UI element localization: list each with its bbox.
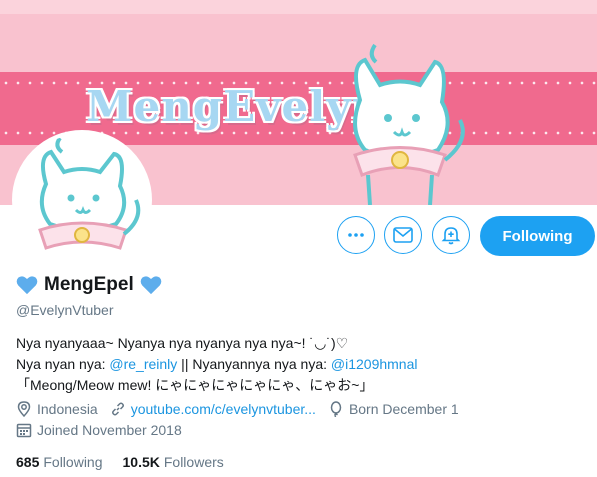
follow-counts: 685 Following 10.5K Followers <box>16 454 224 470</box>
profile-meta-row: Indonesia youtube.com/c/evelynvtuber... … <box>16 401 471 417</box>
followers-count: 10.5K <box>122 454 160 470</box>
more-dots-icon <box>348 233 364 237</box>
location-pin-icon <box>17 401 31 417</box>
blue-heart-icon <box>16 276 38 295</box>
profile-avatar[interactable] <box>12 130 152 270</box>
user-handle: @EvelynVtuber <box>16 302 114 318</box>
bio-line: Nya nyan nya: @re_reinly || Nyanyannya n… <box>16 354 418 375</box>
followers-label: Followers <box>163 454 224 470</box>
website-item: youtube.com/c/evelynvtuber... <box>110 401 316 417</box>
birthday-item: Born December 1 <box>328 401 459 417</box>
joined-item: Joined November 2018 <box>16 422 182 438</box>
following-count-link[interactable]: 685 Following <box>16 454 103 470</box>
profile-joined-row: Joined November 2018 <box>16 422 194 438</box>
location-text: Indonesia <box>37 401 98 417</box>
notifications-button[interactable] <box>432 216 470 254</box>
link-icon <box>111 402 124 416</box>
joined-text: Joined November 2018 <box>37 422 182 438</box>
following-label: Following <box>43 454 103 470</box>
display-name: MengEpel <box>44 274 134 295</box>
mention-link[interactable]: @i1209hmnal <box>331 356 418 372</box>
more-options-button[interactable] <box>337 216 375 254</box>
display-name-row: MengEpel <box>16 274 162 296</box>
bio-line: 「Meong/Meow mew! にゃにゃにゃにゃにゃ、にゃお~」 <box>16 377 374 393</box>
avatar-cat-illustration <box>16 134 148 266</box>
calendar-icon <box>16 423 32 438</box>
bell-plus-icon <box>441 227 461 245</box>
following-button[interactable]: Following <box>480 216 595 256</box>
envelope-icon <box>393 227 413 243</box>
website-link[interactable]: youtube.com/c/evelynvtuber... <box>131 401 316 417</box>
mention-link[interactable]: @re_reinly <box>109 356 177 372</box>
balloon-icon <box>330 401 342 417</box>
location-item: Indonesia <box>16 401 98 417</box>
birthday-text: Born December 1 <box>348 401 459 417</box>
message-button[interactable] <box>384 216 422 254</box>
following-count: 685 <box>16 454 40 470</box>
banner-cat-illustration <box>353 43 465 205</box>
banner-top-band <box>0 0 597 14</box>
followers-count-link[interactable]: 10.5K Followers <box>123 454 224 470</box>
blue-heart-icon <box>140 276 162 295</box>
bio-text: Nya nyan nya: <box>16 356 110 372</box>
bio-text: || Nyanyannya nya nya: <box>177 356 331 372</box>
profile-bio: Nya nyanyaaa~ Nyanya nya nyanya nya nya~… <box>16 333 418 396</box>
bio-line: Nya nyanyaaa~ Nyanya nya nyanya nya nya~… <box>16 335 349 351</box>
